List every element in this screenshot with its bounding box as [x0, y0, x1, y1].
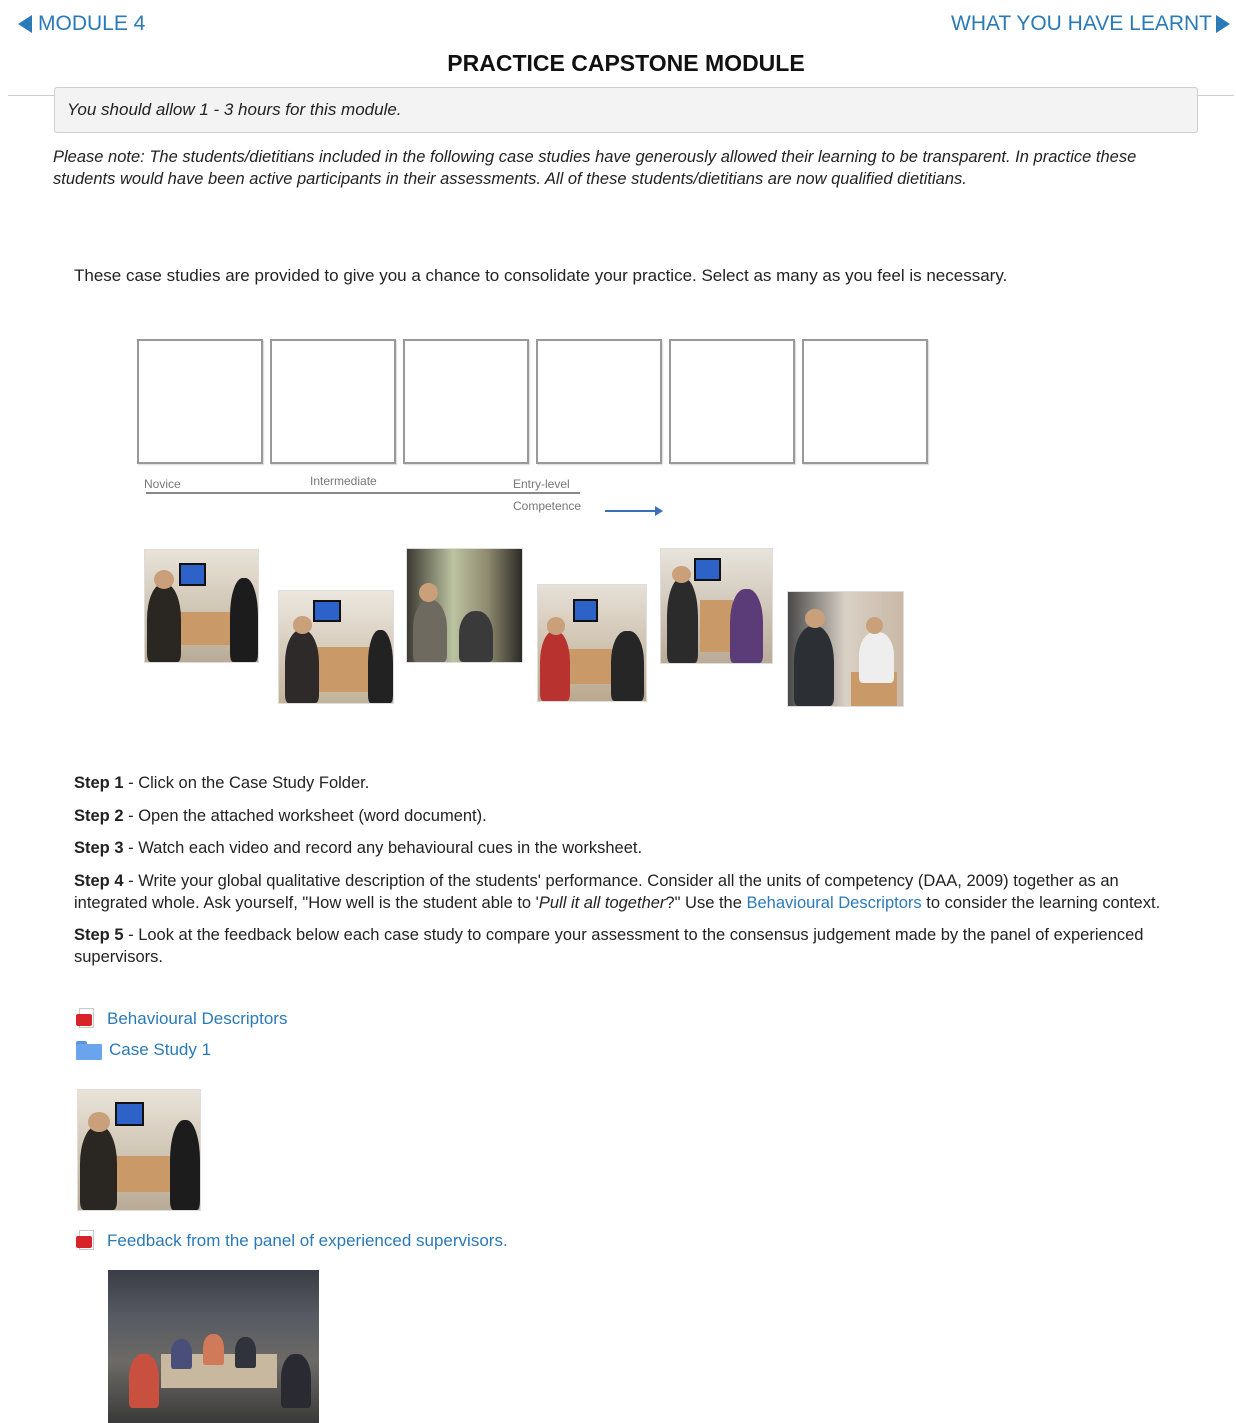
scale-entry-level-label: Entry-level: [513, 477, 570, 491]
step-1: Step 1 - Click on the Case Study Folder.: [74, 774, 370, 792]
behavioural-descriptors-label: Behavioural Descriptors: [107, 1009, 288, 1028]
please-note-text: Please note: The students/dietitians inc…: [53, 148, 1137, 188]
pdf-icon: [76, 1008, 96, 1030]
prev-module-link[interactable]: MODULE 4: [18, 12, 145, 36]
triangle-right-icon: [1216, 15, 1230, 33]
step-2: Step 2 - Open the attached worksheet (wo…: [74, 806, 487, 825]
case-study-photo-5[interactable]: [660, 548, 773, 664]
triangle-left-icon: [18, 15, 32, 33]
case-study-1-label: Case Study 1: [109, 1040, 212, 1059]
case-study-selector: [137, 339, 935, 464]
case-study-photo-3[interactable]: [406, 548, 523, 663]
case-study-box-5[interactable]: [669, 339, 795, 464]
case-study-photo-4[interactable]: [537, 584, 647, 702]
case-study-box-4[interactable]: [536, 339, 662, 464]
step-4: Step 4 - Write your global qualitative d…: [74, 871, 1161, 912]
supervisor-panel-photo: [108, 1270, 319, 1423]
case-study-box-6[interactable]: [802, 339, 928, 464]
behavioural-descriptors-link[interactable]: Behavioural Descriptors: [76, 1008, 287, 1030]
page-title: PRACTICE CAPSTONE MODULE: [447, 50, 805, 76]
intro-text: These case studies are provided to give …: [74, 266, 1008, 285]
case-study-box-3[interactable]: [403, 339, 529, 464]
feedback-link[interactable]: Feedback from the panel of experienced s…: [76, 1230, 508, 1252]
pdf-icon: [76, 1230, 96, 1252]
competence-scale-line: [146, 492, 580, 494]
time-notice: You should allow 1 - 3 hours for this mo…: [54, 87, 1198, 133]
folder-icon: [76, 1040, 102, 1060]
scale-novice-label: Novice: [144, 477, 181, 491]
case-study-box-1[interactable]: [137, 339, 263, 464]
prev-module-label: MODULE 4: [38, 12, 146, 35]
step-5: Step 5 - Look at the feedback below each…: [74, 926, 1144, 966]
case-study-photo-1[interactable]: [144, 549, 259, 663]
feedback-label: Feedback from the panel of experienced s…: [107, 1231, 508, 1250]
scale-competence-label: Competence: [513, 499, 582, 513]
instructions-steps: Step 1 - Click on the Case Study Folder.…: [74, 772, 1184, 979]
scale-intermediate-label: Intermediate: [310, 474, 377, 488]
case-study-box-2[interactable]: [270, 339, 396, 464]
arrow-right-icon: [605, 506, 663, 516]
case-study-photo-6[interactable]: [787, 591, 904, 707]
case-study-1-thumbnail[interactable]: [77, 1089, 201, 1211]
behavioural-descriptors-inline-link[interactable]: Behavioural Descriptors: [747, 894, 922, 912]
step-3: Step 3 - Watch each video and record any…: [74, 839, 643, 857]
next-module-link[interactable]: WHAT YOU HAVE LEARNT: [951, 12, 1230, 36]
case-study-photo-2[interactable]: [278, 590, 394, 704]
next-module-label: WHAT YOU HAVE LEARNT: [951, 12, 1212, 35]
case-study-1-folder-link[interactable]: Case Study 1: [76, 1040, 211, 1060]
